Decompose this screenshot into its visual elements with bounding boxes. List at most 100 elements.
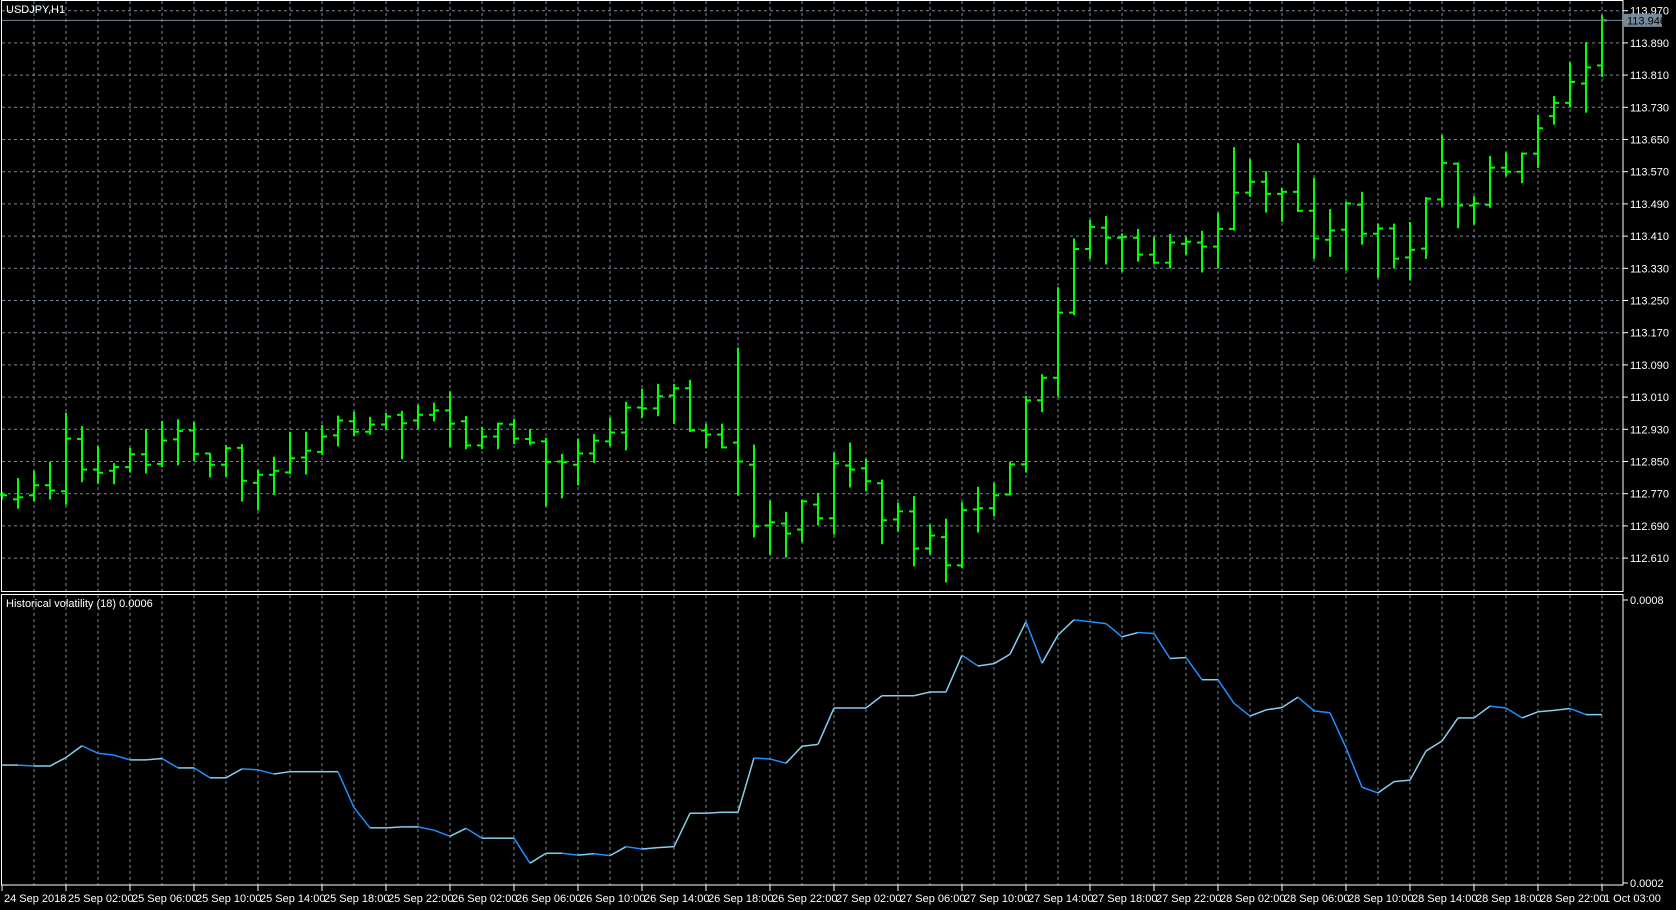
hv-segment <box>1185 657 1203 681</box>
ohlc-bar <box>509 418 519 444</box>
hv-segment <box>673 812 691 848</box>
ohlc-bar <box>413 404 423 430</box>
ohlc-bar <box>461 416 471 450</box>
ohlc-bar <box>205 452 215 478</box>
hv-segment <box>977 662 995 667</box>
current-price-label: 113.946 <box>1627 15 1666 27</box>
time-tick-label: 25 Sep 02:00 <box>68 893 133 905</box>
ohlc-bar <box>61 412 71 505</box>
hv-segment <box>1473 705 1491 719</box>
hv-segment <box>1409 750 1427 781</box>
price-tick-label: 113.410 <box>1630 231 1669 243</box>
time-tick-label: 26 Sep 22:00 <box>772 893 837 905</box>
hv-segment <box>561 852 579 856</box>
ohlc-bar <box>1149 236 1159 265</box>
ohlc-bar <box>77 426 87 483</box>
ohlc-bar <box>349 411 359 437</box>
hv-segment <box>1553 707 1571 712</box>
hv-segment <box>1137 631 1155 635</box>
time-tick-label: 26 Sep 06:00 <box>516 893 581 905</box>
ohlc-bar <box>189 421 199 462</box>
ohlc-bar <box>173 419 183 466</box>
ohlc-bar <box>445 391 455 448</box>
hv-segment <box>257 769 275 775</box>
time-tick-label: 27 Sep 10:00 <box>964 893 1029 905</box>
hv-segment <box>1505 707 1523 719</box>
hv-segment <box>1425 740 1443 752</box>
ohlc-bar <box>605 417 615 447</box>
ohlc-bar <box>1197 230 1207 273</box>
ohlc-bar <box>1581 42 1591 113</box>
time-tick-label: 1 Oct 03:00 <box>1604 893 1661 905</box>
hv-segment <box>417 826 435 831</box>
hv-segment <box>353 807 371 829</box>
hv-segment <box>1105 623 1123 638</box>
hv-segment <box>1057 619 1075 636</box>
ohlc-bar <box>861 458 871 492</box>
ohlc-bar <box>285 431 295 475</box>
time-axis: 24 Sep 2018 25 Sep 02:0025 Sep 06:0025 Se… <box>1 885 1661 905</box>
hv-segment <box>1393 779 1411 783</box>
hv-segment <box>241 768 259 771</box>
ohlc-bar <box>109 463 119 485</box>
hv-segment <box>769 758 787 764</box>
hv-segment <box>193 767 211 779</box>
hv-segment <box>449 827 467 837</box>
time-tick-label: 28 Sep 10:00 <box>1348 893 1413 905</box>
hv-segment <box>529 852 547 864</box>
ohlc-bar <box>621 401 631 451</box>
price-tick-label: 113.330 <box>1630 263 1669 275</box>
time-tick-label: 25 Sep 06:00 <box>132 893 197 905</box>
trading-chart[interactable]: 113.970113.890113.810113.730113.650113.5… <box>0 0 1676 910</box>
hv-segment <box>273 770 291 775</box>
ohlc-bar <box>1421 197 1431 259</box>
ohlc-bar <box>877 479 887 545</box>
ohlc-bar <box>685 379 695 432</box>
ohlc-bar <box>1405 222 1415 281</box>
ohlc-bar <box>1053 287 1063 397</box>
price-tick-label: 113.650 <box>1630 135 1669 147</box>
ohlc-bar <box>925 524 935 555</box>
ohlc-bar <box>1117 233 1127 272</box>
ohlc-bar <box>1069 238 1079 316</box>
ohlc-bar <box>1501 152 1511 177</box>
ohlc-bar <box>493 422 503 450</box>
price-tick-label: 113.570 <box>1630 167 1669 179</box>
price-tick-label: 113.490 <box>1630 199 1669 211</box>
hv-segment <box>161 757 179 769</box>
hv-segment <box>81 745 99 754</box>
ohlc-bar <box>365 416 375 435</box>
ohlc-bar <box>845 442 855 488</box>
hv-segment <box>145 757 163 761</box>
ohlc-bar <box>1309 178 1319 259</box>
hv-segment <box>1377 780 1395 794</box>
hv-segment <box>753 757 771 760</box>
time-tick-label: 25 Sep 10:00 <box>196 893 261 905</box>
time-tick-label: 27 Sep 06:00 <box>900 893 965 905</box>
ohlc-bar <box>141 428 151 474</box>
ohlc-bar <box>717 423 727 449</box>
time-tick-label: 27 Sep 18:00 <box>1092 893 1157 905</box>
hv-segment <box>785 745 803 764</box>
price-tick-label: 113.810 <box>1630 70 1669 82</box>
hv-segment <box>1041 634 1059 664</box>
hv-segment <box>225 768 243 779</box>
ohlc-bar <box>637 388 647 419</box>
hv-segment <box>1249 709 1267 717</box>
ohlc-bar <box>1261 171 1271 213</box>
hv-segment <box>1217 679 1235 704</box>
hv-segment <box>97 752 115 756</box>
ohlc-bar <box>1373 223 1383 278</box>
ohlc-bar <box>1485 156 1495 208</box>
ohlc-bar <box>317 424 327 455</box>
hv-segment <box>1265 706 1283 711</box>
price-tick-label: 113.250 <box>1630 296 1669 308</box>
price-tick-label: 112.690 <box>1630 521 1669 533</box>
ohlc-bar <box>1133 228 1143 262</box>
ohlc-bar <box>1469 196 1479 225</box>
ohlc-bar <box>1213 212 1223 269</box>
hv-segment <box>625 845 643 850</box>
hv-segment <box>1537 709 1555 713</box>
time-tick-label: 28 Sep 14:00 <box>1412 893 1477 905</box>
hv-segment <box>945 654 963 693</box>
